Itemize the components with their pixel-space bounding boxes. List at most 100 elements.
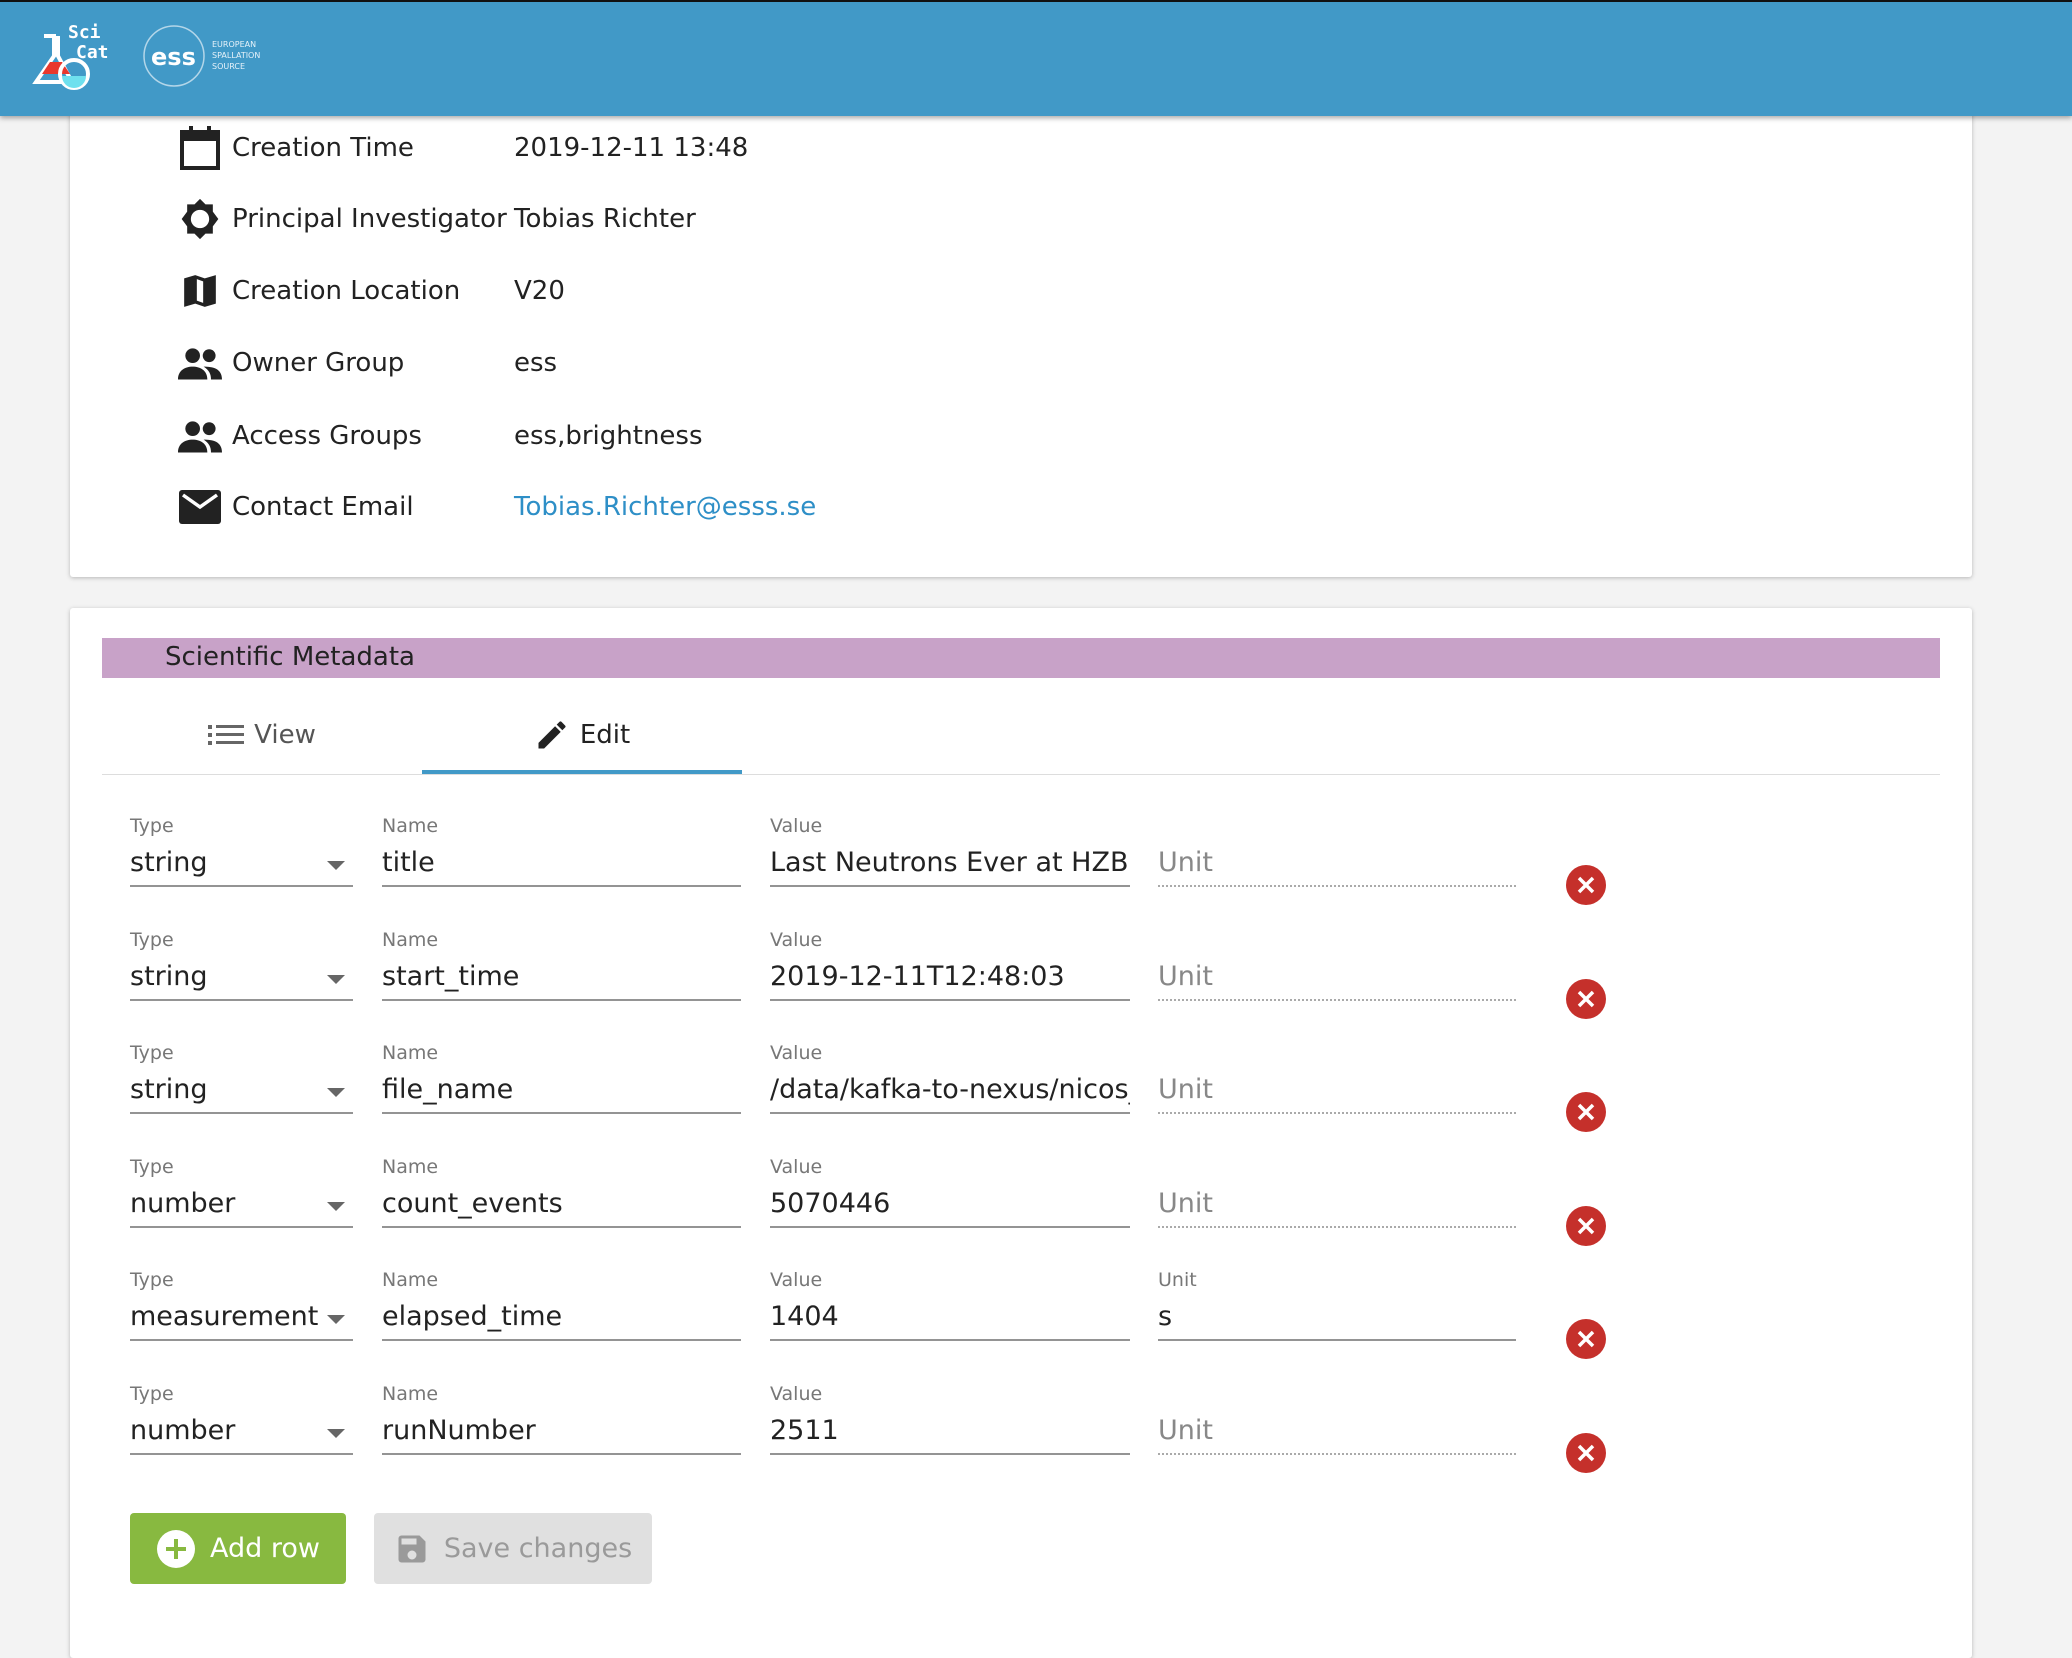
type-label: Type	[130, 1269, 174, 1292]
save-changes-label: Save changes	[443, 1533, 633, 1564]
svg-text:Sci: Sci	[68, 22, 101, 43]
unit-input[interactable]: Unit	[1158, 1042, 1516, 1132]
tab-edit[interactable]: Edit	[422, 696, 742, 774]
unit-placeholder: Unit	[1158, 960, 1213, 992]
delete-row-button[interactable]	[1566, 1433, 1606, 1473]
value-input[interactable]: Value 5070446	[770, 1156, 1130, 1246]
detail-label: Principal Investigator	[232, 204, 507, 234]
detail-label: Contact Email	[232, 492, 414, 522]
metadata-title: Scientific Metadata	[165, 642, 415, 672]
dropdown-arrow-icon	[327, 1088, 345, 1098]
close-icon	[1577, 876, 1595, 894]
detail-value: 2019-12-11 13:48	[514, 133, 749, 163]
close-icon	[1577, 1444, 1595, 1462]
save-icon	[398, 1535, 426, 1562]
name-value: count_events	[382, 1187, 563, 1219]
name-value: title	[382, 847, 435, 878]
name-value: elapsed_time	[382, 1301, 563, 1333]
svg-text:Cat: Cat	[76, 42, 109, 63]
delete-row-button[interactable]	[1566, 1092, 1606, 1133]
delete-row-button[interactable]	[1566, 978, 1606, 1019]
detail-value: ess	[514, 348, 558, 378]
name-input[interactable]: Name count_events	[382, 1156, 741, 1246]
name-input[interactable]: Name start_time	[382, 929, 741, 1019]
name-input[interactable]: Name file_name	[382, 1042, 741, 1132]
name-label: Name	[382, 1042, 439, 1065]
delete-row-button[interactable]	[1566, 1205, 1606, 1246]
dropdown-arrow-icon	[327, 861, 345, 870]
type-value: measurement	[130, 1301, 319, 1333]
type-label: Type	[130, 1383, 174, 1405]
type-label: Type	[130, 928, 174, 951]
type-select[interactable]: Type string	[130, 929, 353, 1019]
value-input[interactable]: Value 2511	[770, 1383, 1130, 1473]
close-icon	[1577, 990, 1595, 1007]
metadata-row: Type string Name title Value Last Neutro…	[70, 815, 1970, 915]
unit-placeholder: Unit	[1158, 1415, 1213, 1446]
close-icon	[1577, 1103, 1595, 1121]
value-label: Value	[770, 1269, 823, 1292]
scicat-logo[interactable]: Sci Cat	[30, 16, 110, 96]
name-input[interactable]: Name elapsed_time	[382, 1269, 741, 1359]
type-select[interactable]: Type string	[130, 815, 353, 905]
detail-value: ess,brightness	[514, 421, 703, 451]
ess-logo[interactable]: ess EUROPEAN SPALLATION SOURCE	[142, 22, 272, 96]
email-icon	[178, 485, 222, 529]
name-value: start_time	[382, 960, 520, 992]
contact-email-link[interactable]: Tobias.Richter@esss.se	[514, 492, 816, 522]
unit-input[interactable]: Unit s	[1158, 1269, 1516, 1359]
detail-row: Owner Group ess	[70, 343, 1972, 383]
value-value: 2019-12-11T12:48:03	[770, 960, 1065, 992]
value-input[interactable]: Value 2019-12-11T12:48:03	[770, 929, 1130, 1019]
type-select[interactable]: Type measurement	[130, 1269, 353, 1359]
type-value: string	[130, 847, 208, 878]
calendar-icon	[178, 126, 222, 170]
name-input[interactable]: Name title	[382, 815, 741, 905]
name-label: Name	[382, 1155, 439, 1178]
add-row-button[interactable]: Add row	[130, 1513, 346, 1584]
detail-label: Owner Group	[232, 348, 405, 378]
value-input[interactable]: Value 1404	[770, 1269, 1130, 1359]
name-label: Name	[382, 1269, 439, 1292]
group-icon	[178, 414, 222, 458]
unit-input[interactable]: Unit	[1158, 1156, 1516, 1246]
dropdown-arrow-icon	[327, 1315, 345, 1325]
unit-input[interactable]: Unit	[1158, 929, 1516, 1019]
top-bar: Sci Cat ess EUROPEAN SPALLATION SOURCE	[0, 0, 2072, 116]
delete-row-button[interactable]	[1566, 865, 1606, 905]
dataset-details-card: Creation Time 2019-12-11 13:48 Principal…	[70, 60, 1972, 577]
value-value: 2511	[770, 1415, 839, 1446]
value-input[interactable]: Value Last Neutrons Ever at HZB.	[770, 815, 1130, 905]
type-value: string	[130, 960, 208, 992]
detail-label: Creation Location	[232, 276, 461, 306]
value-value: 5070446	[770, 1187, 891, 1219]
save-changes-button[interactable]: Save changes	[374, 1513, 652, 1584]
delete-row-button[interactable]	[1566, 1319, 1606, 1360]
scientific-metadata-card: Scientific Metadata View Edit Type strin…	[70, 608, 1972, 1658]
type-select[interactable]: Type number	[130, 1383, 353, 1473]
value-label: Value	[770, 1383, 823, 1405]
name-input[interactable]: Name runNumber	[382, 1383, 741, 1473]
name-label: Name	[382, 928, 439, 951]
unit-input[interactable]: Unit	[1158, 815, 1516, 905]
type-select[interactable]: Type string	[130, 1042, 353, 1132]
detail-value: Tobias Richter	[514, 204, 696, 234]
unit-placeholder: Unit	[1158, 847, 1213, 878]
tab-divider	[102, 774, 1940, 775]
add-row-label: Add row	[210, 1533, 320, 1564]
type-select[interactable]: Type number	[130, 1156, 353, 1246]
unit-value: s	[1158, 1301, 1173, 1333]
value-input[interactable]: Value /data/kafka-to-nexus/nicos_0	[770, 1042, 1130, 1132]
metadata-row: Type measurement Name elapsed_time Value…	[70, 1269, 1970, 1369]
add-circle-icon	[157, 1529, 196, 1568]
detail-row: Access Groups ess,brightness	[70, 416, 1972, 456]
tab-view[interactable]: View	[102, 696, 422, 774]
value-label: Value	[770, 1155, 823, 1178]
detail-label: Access Groups	[232, 421, 422, 451]
type-value: number	[130, 1187, 236, 1219]
unit-input[interactable]: Unit	[1158, 1383, 1516, 1473]
type-value: number	[130, 1415, 236, 1446]
unit-placeholder: Unit	[1158, 1074, 1213, 1106]
value-value: Last Neutrons Ever at HZB.	[770, 847, 1130, 878]
tab-view-label: View	[254, 720, 316, 750]
